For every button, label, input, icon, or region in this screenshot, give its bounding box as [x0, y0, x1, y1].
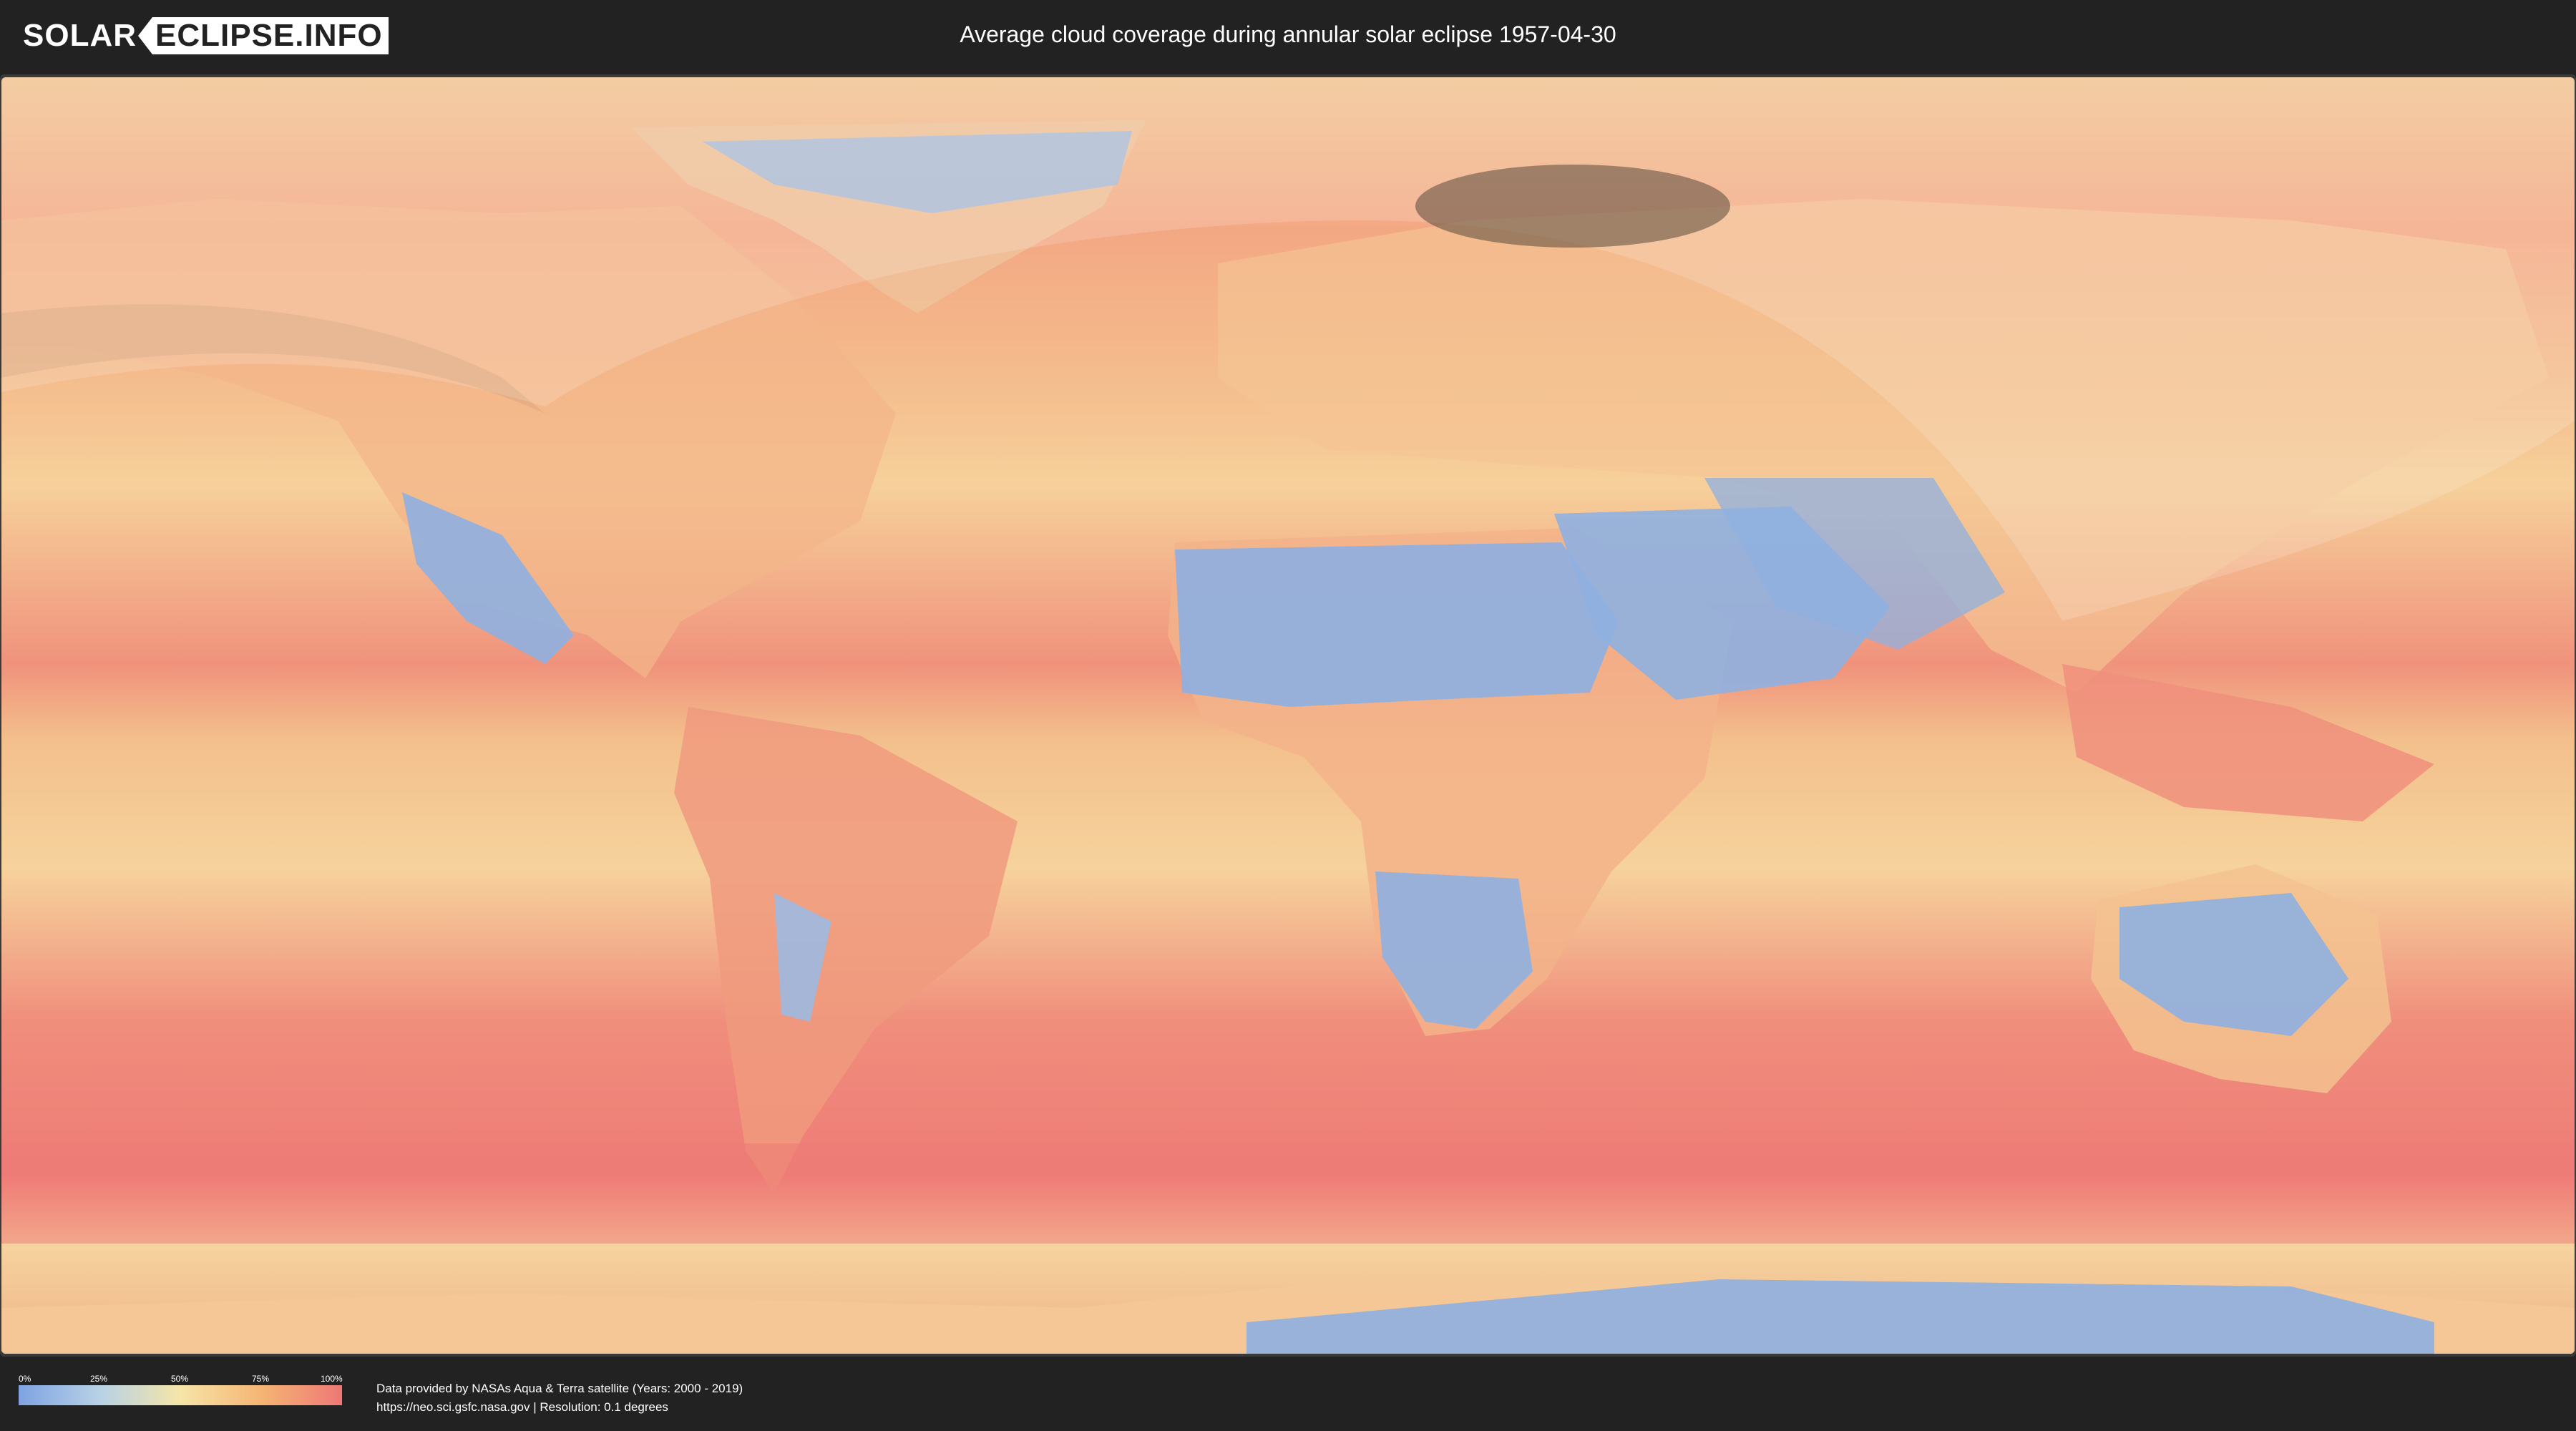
cloud-coverage-map[interactable] — [1, 77, 2575, 1354]
legend-tick-75: 75% — [252, 1374, 270, 1384]
legend-tick-25: 25% — [90, 1374, 108, 1384]
credits-line-2[interactable]: https://neo.sci.gsfc.nasa.gov | Resoluti… — [376, 1398, 743, 1417]
legend-tick-0: 0% — [19, 1374, 31, 1384]
page-title: Average cloud coverage during annular so… — [960, 21, 1616, 47]
legend-color-bar — [19, 1385, 342, 1405]
legend-tick-100: 100% — [321, 1374, 343, 1384]
header-bar: SOLAR ECLIPSE.INFO Average cloud coverag… — [0, 0, 2576, 72]
world-map-icon — [1, 77, 2575, 1354]
data-credits: Data provided by NASAs Aqua & Terra sate… — [376, 1379, 743, 1417]
cloud-coverage-legend: 0% 25% 50% 75% 100% — [19, 1374, 343, 1405]
map-frame — [0, 74, 2576, 1357]
legend-tick-50: 50% — [171, 1374, 189, 1384]
footer-bar: 0% 25% 50% 75% 100% Data provided by NAS… — [0, 1357, 2576, 1431]
legend-ticks: 0% 25% 50% 75% 100% — [19, 1374, 343, 1385]
credits-line-1: Data provided by NASAs Aqua & Terra sate… — [376, 1382, 743, 1395]
